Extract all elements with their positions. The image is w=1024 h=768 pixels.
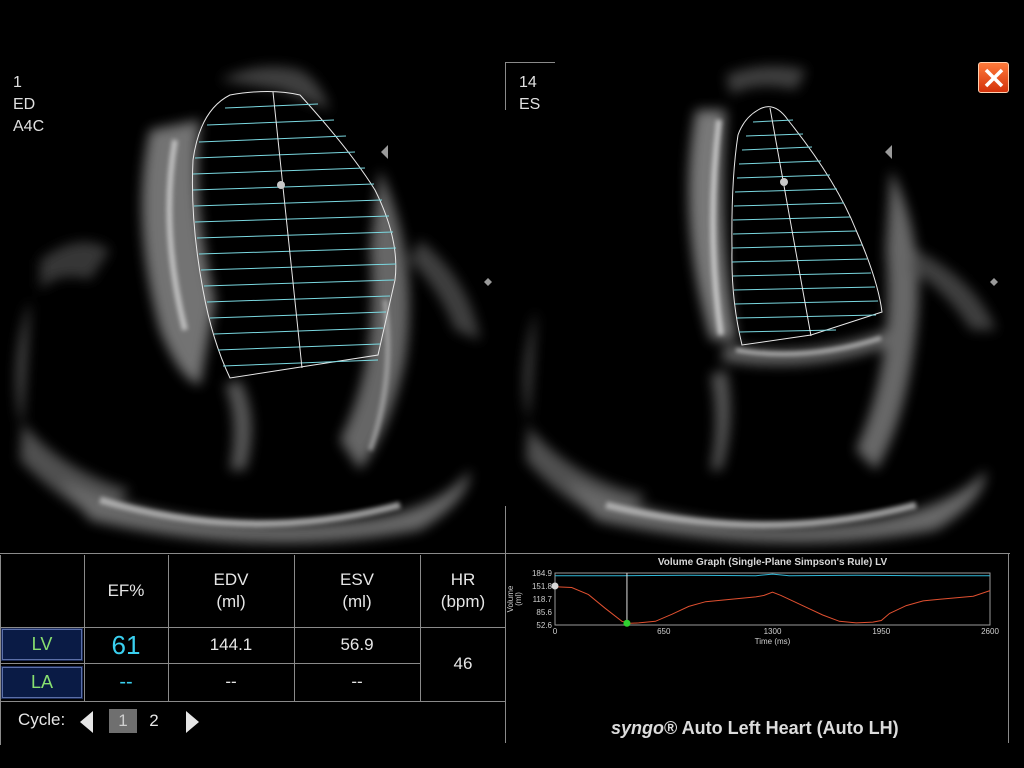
results-table: EF% EDV (ml) ESV (ml) HR (bpm) LV 61 144… xyxy=(0,555,506,745)
y-tick-label: 118.7 xyxy=(533,595,553,604)
lv-edv-value: 144.1 xyxy=(209,635,253,654)
view-frame-line xyxy=(505,62,555,63)
lv-ef-value: 61 xyxy=(111,630,141,660)
cycle-option-1[interactable]: 1 xyxy=(109,709,137,733)
view-frame-line xyxy=(505,62,506,110)
ed-frame-info: 1 ED A4C xyxy=(13,72,44,138)
volume-curve xyxy=(554,586,991,624)
graph-title: Volume Graph (Single-Plane Simpson's Rul… xyxy=(658,557,888,568)
la-row-label: LA xyxy=(30,672,54,692)
la-row-button[interactable]: LA xyxy=(1,666,83,699)
esv-header: ESV (ml) xyxy=(339,570,375,611)
x-axis-label: Time (ms) xyxy=(755,637,791,646)
y-tick-label: 151.8 xyxy=(532,582,553,591)
ed-view-label: A4C xyxy=(13,118,45,135)
depth-marker-icon xyxy=(484,278,492,286)
plot-frame xyxy=(554,572,991,626)
lv-axis-handle[interactable] xyxy=(780,178,788,186)
product-name: ® Auto Left Heart (Auto LH) xyxy=(664,718,899,738)
lv-row-button[interactable]: LV xyxy=(1,628,83,661)
y-tick-label: 52.6 xyxy=(536,621,552,630)
la-ef-value: -- xyxy=(119,671,133,693)
ed-frame-number: 1 xyxy=(13,74,22,91)
es-ultrasound-image xyxy=(524,66,998,543)
es-phase-label: ES xyxy=(519,96,541,113)
y-tick-label: 85.6 xyxy=(536,608,552,617)
sector-marker-icon xyxy=(381,145,388,159)
cycle-prev-icon[interactable] xyxy=(80,711,93,733)
close-button[interactable] xyxy=(978,62,1009,93)
x-tick-label: 650 xyxy=(657,627,671,636)
la-esv-value: -- xyxy=(351,672,363,691)
hr-header: HR (bpm) xyxy=(440,570,486,611)
lv-esv-value: 56.9 xyxy=(340,635,374,654)
x-tick-label: 1300 xyxy=(764,627,782,636)
volume-graph-svg: Volume Graph (Single-Plane Simpson's Rul… xyxy=(506,557,999,646)
close-x-icon xyxy=(984,68,1003,87)
x-tick-label: 1950 xyxy=(872,627,890,636)
depth-marker-icon xyxy=(990,278,998,286)
ed-phase-label: ED xyxy=(13,96,36,113)
lv-long-axis xyxy=(272,91,303,369)
ed-ultrasound-image xyxy=(16,66,492,543)
ecg-trace xyxy=(555,573,990,577)
cycle-option-2[interactable]: 2 xyxy=(140,709,168,733)
es-frame-marker xyxy=(623,619,631,627)
es-frame-info: 14 ES xyxy=(519,72,540,116)
es-echo-view[interactable]: 14 ES xyxy=(506,0,1024,553)
product-branding: syngo® Auto Left Heart (Auto LH) xyxy=(611,718,899,739)
y-axis-unit: (ml) xyxy=(514,592,523,606)
volume-graph[interactable]: Volume Graph (Single-Plane Simpson's Rul… xyxy=(506,555,1024,655)
x-tick-label: 0 xyxy=(553,627,558,636)
lv-axis-handle[interactable] xyxy=(277,181,285,189)
y-tick-label: 184.9 xyxy=(532,569,553,578)
edv-header: EDV (ml) xyxy=(213,570,249,611)
hr-value: 46 xyxy=(453,654,473,673)
simpson-discs xyxy=(192,103,397,367)
la-edv-value: -- xyxy=(225,672,237,691)
x-tick-label: 2600 xyxy=(981,627,999,636)
syngo-brand: syngo xyxy=(611,718,665,738)
lv-contour[interactable] xyxy=(731,106,883,346)
cycle-label: Cycle: xyxy=(18,710,66,729)
ed-frame-marker xyxy=(551,582,559,590)
es-frame-number: 14 xyxy=(519,74,537,91)
ef-header: EF% xyxy=(107,581,145,600)
cycle-next-icon[interactable] xyxy=(186,711,199,733)
lv-row-label: LV xyxy=(31,634,53,654)
sector-marker-icon xyxy=(885,145,892,159)
ed-echo-view[interactable]: 1 ED A4C xyxy=(0,0,506,553)
view-divider xyxy=(0,553,1010,554)
